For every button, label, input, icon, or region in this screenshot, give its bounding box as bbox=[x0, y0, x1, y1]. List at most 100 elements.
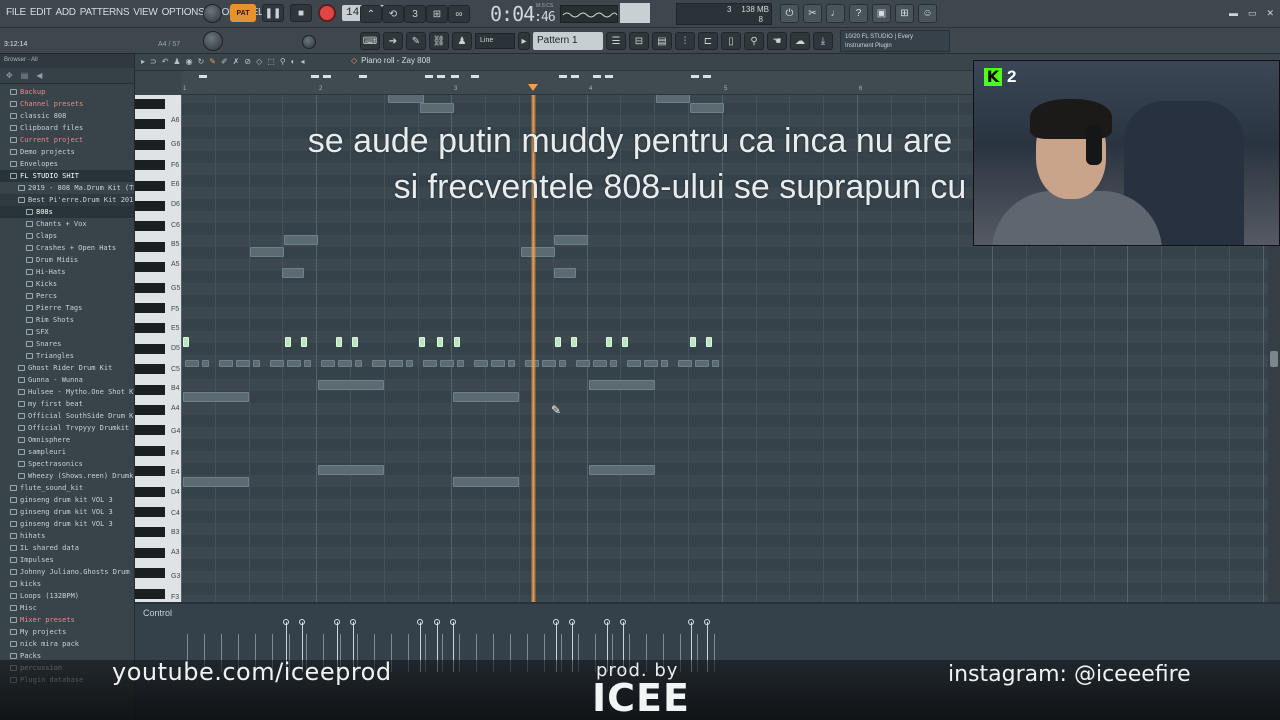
pattern-song-toggle[interactable]: PAT bbox=[230, 4, 256, 22]
black-key[interactable] bbox=[135, 547, 165, 558]
pr-mute-icon[interactable]: ⊘ bbox=[244, 57, 251, 66]
browser-item[interactable]: ginseng drum kit VOL 3 bbox=[0, 494, 134, 506]
browser-item[interactable]: Official Trvpyyy Drumkit bbox=[0, 422, 134, 434]
black-key[interactable] bbox=[135, 527, 165, 538]
note[interactable] bbox=[406, 360, 413, 367]
note[interactable] bbox=[593, 360, 607, 367]
online-button[interactable]: ☁ bbox=[790, 32, 810, 50]
menu-file[interactable]: FILE bbox=[4, 7, 28, 18]
note[interactable] bbox=[474, 360, 488, 367]
note[interactable] bbox=[282, 268, 304, 278]
velocity-handle[interactable] bbox=[350, 619, 356, 625]
note[interactable] bbox=[420, 103, 454, 113]
close-icon[interactable]: ✕ bbox=[1266, 8, 1274, 19]
browser-item[interactable]: nick mira pack bbox=[0, 638, 134, 650]
note[interactable] bbox=[521, 247, 555, 257]
pr-undo-icon[interactable]: ↶ bbox=[162, 57, 169, 66]
ruler-marker[interactable] bbox=[703, 75, 711, 78]
time-format-label[interactable]: M:S:CS bbox=[536, 3, 553, 9]
pr-brush-icon[interactable]: ✐ bbox=[221, 57, 228, 66]
browser-item[interactable]: Loops (132BPM) bbox=[0, 590, 134, 602]
browser-item[interactable]: Triangles bbox=[0, 350, 134, 362]
ruler-marker[interactable] bbox=[559, 75, 567, 78]
wait-input-button[interactable]: ⟲ bbox=[382, 5, 404, 23]
note[interactable] bbox=[508, 360, 515, 367]
browser-item[interactable]: Spectrasonics bbox=[0, 458, 134, 470]
note[interactable] bbox=[202, 360, 209, 367]
pause-button[interactable]: ❚❚ bbox=[262, 4, 284, 22]
note[interactable] bbox=[287, 360, 301, 367]
note[interactable] bbox=[253, 360, 260, 367]
note[interactable] bbox=[690, 337, 696, 347]
note[interactable] bbox=[437, 337, 443, 347]
pr-speaker-icon[interactable]: ◂ bbox=[301, 57, 305, 66]
draw-button[interactable]: ✎ bbox=[406, 32, 426, 50]
browser-item[interactable]: Mixer presets bbox=[0, 614, 134, 626]
browser-item[interactable]: my first beat bbox=[0, 398, 134, 410]
note[interactable] bbox=[622, 337, 628, 347]
browser-item[interactable]: Crashes + Open Hats bbox=[0, 242, 134, 254]
browser-item[interactable]: Pierre Tags bbox=[0, 302, 134, 314]
note[interactable] bbox=[453, 477, 519, 487]
main-volume-knob[interactable] bbox=[203, 4, 222, 23]
next-button[interactable]: ➔ bbox=[383, 32, 403, 50]
browser-item[interactable]: Backup bbox=[0, 86, 134, 98]
reset-button[interactable]: ⏻ bbox=[780, 4, 799, 23]
velocity-handle[interactable] bbox=[604, 619, 610, 625]
browser-item[interactable]: Snares bbox=[0, 338, 134, 350]
velocity-handle[interactable] bbox=[553, 619, 559, 625]
note[interactable] bbox=[453, 392, 519, 402]
browser-collapse-icon[interactable]: ✥ bbox=[6, 71, 13, 80]
minimize-icon[interactable]: ▬ bbox=[1229, 8, 1238, 19]
note[interactable] bbox=[554, 235, 588, 245]
project-button[interactable]: ▯ bbox=[721, 32, 741, 50]
black-key[interactable] bbox=[135, 303, 165, 313]
velocity-handle[interactable] bbox=[434, 619, 440, 625]
note[interactable] bbox=[712, 360, 719, 367]
pattern-prev-button[interactable]: ▸ bbox=[518, 32, 530, 50]
pr-zoom-icon[interactable]: ⚲ bbox=[280, 57, 286, 66]
ruler-marker[interactable] bbox=[425, 75, 433, 78]
note[interactable] bbox=[250, 247, 284, 257]
note[interactable] bbox=[336, 337, 342, 347]
browser-button[interactable]: ⊏ bbox=[698, 32, 718, 50]
browser-item[interactable]: 2019 - 808 Ma.Drum Kit (THP) bbox=[0, 182, 134, 194]
browser-item[interactable]: Gunna - Wunna bbox=[0, 374, 134, 386]
velocity-handle[interactable] bbox=[450, 619, 456, 625]
pr-slice-icon[interactable]: ◇ bbox=[256, 57, 262, 66]
note[interactable] bbox=[542, 360, 556, 367]
browser-item[interactable]: flute_sound_kit bbox=[0, 482, 134, 494]
save-button[interactable]: ▣ bbox=[872, 4, 891, 23]
typing-keyboard-button[interactable]: ⌨ bbox=[360, 32, 380, 50]
browser-item[interactable]: sampleuri bbox=[0, 446, 134, 458]
browser-file-icon[interactable]: ▤ bbox=[21, 71, 29, 80]
browser-item[interactable]: classic 808 bbox=[0, 110, 134, 122]
note[interactable] bbox=[644, 360, 658, 367]
browser-item[interactable]: Best Pi'erre.Drum Kit 2019 bbox=[0, 194, 134, 206]
browser-item[interactable]: Hulsee - Mytho.One Shot Kit] bbox=[0, 386, 134, 398]
pr-playback-icon[interactable]: ◐ bbox=[291, 57, 296, 66]
black-key[interactable] bbox=[135, 262, 165, 273]
note[interactable] bbox=[610, 360, 617, 367]
piano-roll-button[interactable]: ▤ bbox=[652, 32, 672, 50]
note[interactable] bbox=[318, 465, 384, 475]
browser-item[interactable]: SFX bbox=[0, 326, 134, 338]
black-key[interactable] bbox=[135, 221, 165, 232]
master-tempo-knob[interactable] bbox=[302, 35, 316, 49]
black-key[interactable] bbox=[135, 364, 165, 375]
velocity-handle[interactable] bbox=[283, 619, 289, 625]
black-key[interactable] bbox=[135, 466, 165, 477]
note[interactable] bbox=[555, 337, 561, 347]
browser-item[interactable]: hihats bbox=[0, 530, 134, 542]
record-button[interactable] bbox=[318, 4, 336, 22]
black-key[interactable] bbox=[135, 486, 165, 497]
note[interactable] bbox=[457, 360, 464, 367]
note[interactable] bbox=[627, 360, 641, 367]
note[interactable] bbox=[321, 360, 335, 367]
pr-step-icon[interactable]: ↻ bbox=[198, 57, 205, 66]
note[interactable] bbox=[372, 360, 386, 367]
note[interactable] bbox=[183, 392, 249, 402]
pr-select-icon[interactable]: ⬚ bbox=[267, 57, 275, 66]
velocity-handle[interactable] bbox=[704, 619, 710, 625]
note[interactable] bbox=[695, 360, 709, 367]
